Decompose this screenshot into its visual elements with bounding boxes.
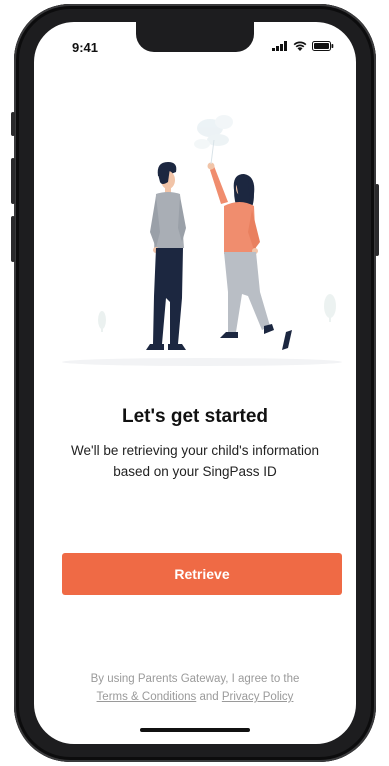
subtitle-line-2: based on your SingPass ID [113,464,277,479]
signal-icon [272,41,287,51]
terms-notice: By using Parents Gateway, I agree to the… [44,670,346,706]
page-title: Let's get started [122,406,268,427]
power-button [375,184,379,256]
home-indicator[interactable] [140,728,250,732]
page-subtitle: We'll be retrieving your child's informa… [54,440,336,482]
battery-icon [312,41,334,51]
status-time: 9:41 [72,40,99,55]
retrieve-button[interactable]: Retrieve [62,553,342,595]
mute-switch [11,112,15,136]
wifi-icon [293,41,307,51]
subtitle-line-1: We'll be retrieving your child's informa… [70,443,319,458]
terms-and-text: and [199,691,219,703]
terms-links-line: Terms & Conditions and Privacy Policy [44,688,346,706]
terms-conditions-link[interactable]: Terms & Conditions [97,691,197,703]
status-icons [272,41,334,51]
volume-up-button [11,158,15,204]
privacy-policy-link[interactable]: Privacy Policy [222,691,294,703]
background-plants-illustration [98,294,336,332]
terms-prefix: By using Parents Gateway, I agree to the [90,673,300,685]
two-people-illustration [62,115,342,366]
app-screen: 9:41 Let's get started We'll be retrievi… [34,22,356,744]
volume-down-button [11,216,15,262]
phone-frame: 9:41 Let's get started We'll be retrievi… [11,4,379,762]
notch [136,22,254,52]
floating-object-illustration [282,330,292,350]
man-figure [146,162,186,350]
woman-figure [207,139,274,338]
